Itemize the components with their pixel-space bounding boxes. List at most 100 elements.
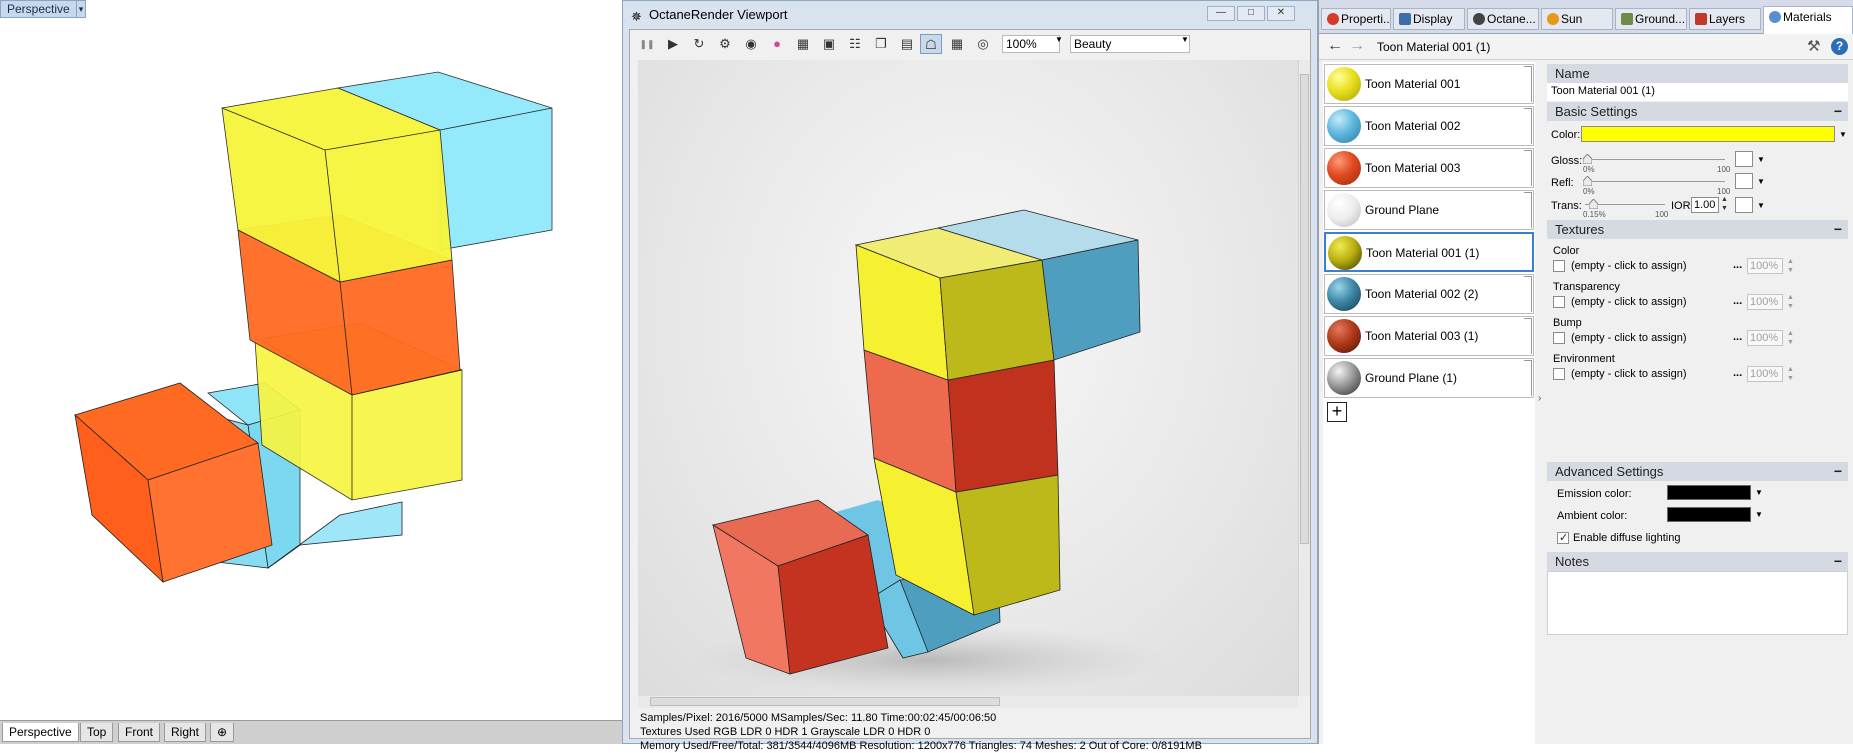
list-item[interactable]: Ground Plane (1324, 190, 1534, 230)
texture-color-checkbox[interactable] (1553, 260, 1565, 272)
list-item[interactable]: Toon Material 003 (1324, 148, 1534, 188)
tab-octane[interactable]: Octane... (1467, 8, 1539, 30)
trans-slider-thumb[interactable] (1589, 199, 1598, 209)
vertical-scroll-thumb[interactable] (1300, 74, 1309, 544)
maximize-button[interactable]: □ (1237, 6, 1265, 21)
wrench-icon[interactable]: ⚒ (1807, 37, 1820, 55)
play-icon[interactable]: ▶ (662, 34, 684, 54)
section-header-advanced-settings[interactable]: Advanced Settings − (1547, 462, 1848, 481)
texture-color-slot[interactable]: (empty - click to assign) (1571, 260, 1687, 272)
octane-render-image[interactable] (638, 60, 1298, 696)
emission-color-swatch[interactable] (1667, 485, 1751, 500)
texture-environment-browse[interactable]: ... (1733, 367, 1742, 379)
texture-environment-amount[interactable]: 100% (1747, 366, 1783, 382)
texture-environment-slot[interactable]: (empty - click to assign) (1571, 368, 1687, 380)
notes-textarea[interactable] (1547, 571, 1848, 635)
collapse-icon[interactable]: − (1834, 463, 1842, 479)
gloss-texture-slot[interactable] (1735, 151, 1753, 167)
pause-icon[interactable]: ❚❚ (636, 34, 658, 54)
tab-display[interactable]: Display (1393, 8, 1465, 30)
add-material-button[interactable]: + (1327, 402, 1347, 422)
region-icon[interactable]: ☷ (844, 34, 866, 54)
tab-perspective[interactable]: Perspective (2, 723, 79, 742)
collapse-icon[interactable]: − (1834, 553, 1842, 569)
help-icon[interactable]: ? (1831, 38, 1848, 55)
chevron-down-icon[interactable]: ▼ (1839, 130, 1847, 139)
zoom-picker-icon[interactable]: ◎ (972, 34, 994, 54)
chevron-down-icon[interactable]: ▼ (1055, 35, 1063, 44)
forward-arrow-icon[interactable]: → (1349, 37, 1365, 55)
gloss-slider-thumb[interactable] (1583, 154, 1592, 164)
trans-texture-slot[interactable] (1735, 197, 1753, 213)
texture-bump-amount[interactable]: 100% (1747, 330, 1783, 346)
section-header-notes[interactable]: Notes − (1547, 552, 1848, 571)
color-swatch[interactable] (1581, 126, 1835, 142)
texture-bump-checkbox[interactable] (1553, 332, 1565, 344)
texture-transparency-slot[interactable]: (empty - click to assign) (1571, 296, 1687, 308)
texture-color-amount[interactable]: 100% (1747, 258, 1783, 274)
list-item[interactable]: Toon Material 001 (1324, 64, 1534, 104)
camera-icon[interactable]: ▣ (818, 34, 840, 54)
texture-bump-browse[interactable]: ... (1733, 331, 1742, 343)
texture-environment-checkbox[interactable] (1553, 368, 1565, 380)
chevron-down-icon[interactable]: ▼ (1757, 177, 1765, 186)
restart-icon[interactable]: ↻ (688, 34, 710, 54)
tab-top[interactable]: Top (80, 723, 114, 742)
chevron-down-icon[interactable]: ▼ (1757, 201, 1765, 210)
list-item-selected[interactable]: Toon Material 001 (1) (1324, 232, 1534, 272)
collapse-icon[interactable]: − (1834, 103, 1842, 119)
horizontal-scroll-thumb[interactable] (650, 697, 1000, 706)
viewport-title[interactable]: Perspective (0, 0, 77, 18)
material-icon[interactable]: ● (766, 34, 788, 54)
stepper-icon[interactable]: ▲ ▼ (1787, 293, 1794, 311)
tab-materials[interactable]: Materials (1763, 6, 1853, 34)
refl-slider-thumb[interactable] (1583, 176, 1592, 186)
imager-icon[interactable]: ▦ (792, 34, 814, 54)
export-icon[interactable]: ❐ (870, 34, 892, 54)
collapse-icon[interactable]: − (1834, 221, 1842, 237)
tab-ground[interactable]: Ground... (1615, 8, 1687, 30)
tab-right[interactable]: Right (164, 723, 207, 742)
ior-stepper[interactable]: ▲ ▼ (1721, 195, 1728, 213)
texture-transparency-checkbox[interactable] (1553, 296, 1565, 308)
tab-properties[interactable]: Properti... (1321, 8, 1391, 30)
view-options-icon[interactable]: ▦ (946, 34, 968, 54)
viewport-menu-dropdown[interactable]: ▾ (76, 0, 86, 18)
stepper-icon[interactable]: ▲ ▼ (1787, 257, 1794, 275)
refl-texture-slot[interactable] (1735, 173, 1753, 189)
chevron-down-icon[interactable]: ▼ (1755, 488, 1763, 497)
add-viewport-tab-button[interactable]: ⊕ (210, 723, 235, 742)
diffuse-lighting-checkbox[interactable] (1557, 531, 1569, 544)
render-pass-select[interactable]: Beauty (1070, 35, 1190, 53)
gloss-slider[interactable] (1585, 159, 1725, 160)
section-header-basic-settings[interactable]: Basic Settings − (1547, 102, 1848, 121)
back-arrow-icon[interactable]: ← (1327, 37, 1343, 55)
tab-front[interactable]: Front (118, 723, 161, 742)
texture-transparency-browse[interactable]: ... (1733, 295, 1742, 307)
refl-slider[interactable] (1585, 181, 1725, 182)
tab-sun[interactable]: Sun (1541, 8, 1613, 30)
chevron-down-icon[interactable]: ▼ (1757, 155, 1765, 164)
texture-transparency-amount[interactable]: 100% (1747, 294, 1783, 310)
list-item[interactable]: Toon Material 002 (1324, 106, 1534, 146)
chevron-right-icon[interactable]: › (1538, 393, 1541, 404)
ambient-color-swatch[interactable] (1667, 507, 1751, 522)
list-item[interactable]: Toon Material 002 (2) (1324, 274, 1534, 314)
chevron-down-icon[interactable]: ▼ (1755, 510, 1763, 519)
environment-icon[interactable]: ◉ (740, 34, 762, 54)
section-header-textures[interactable]: Textures − (1547, 220, 1848, 239)
lock-icon[interactable]: ▤ (896, 34, 918, 54)
texture-color-browse[interactable]: ... (1733, 259, 1742, 271)
stepper-icon[interactable]: ▲ ▼ (1787, 365, 1794, 383)
tab-layers[interactable]: Layers (1689, 8, 1761, 30)
close-button[interactable]: ✕ (1267, 6, 1295, 21)
minimize-button[interactable]: — (1207, 6, 1235, 21)
focus-picker-icon[interactable]: ☖ (920, 34, 942, 54)
settings-icon[interactable]: ⚙ (714, 34, 736, 54)
name-field[interactable]: Toon Material 001 (1) (1547, 83, 1848, 101)
list-item[interactable]: Ground Plane (1) (1324, 358, 1534, 398)
list-item[interactable]: Toon Material 003 (1) (1324, 316, 1534, 356)
rhino-perspective-viewport[interactable]: Perspective ▾ (0, 0, 622, 720)
zoom-select[interactable]: 100% (1002, 35, 1060, 53)
chevron-down-icon[interactable]: ▼ (1181, 35, 1189, 44)
